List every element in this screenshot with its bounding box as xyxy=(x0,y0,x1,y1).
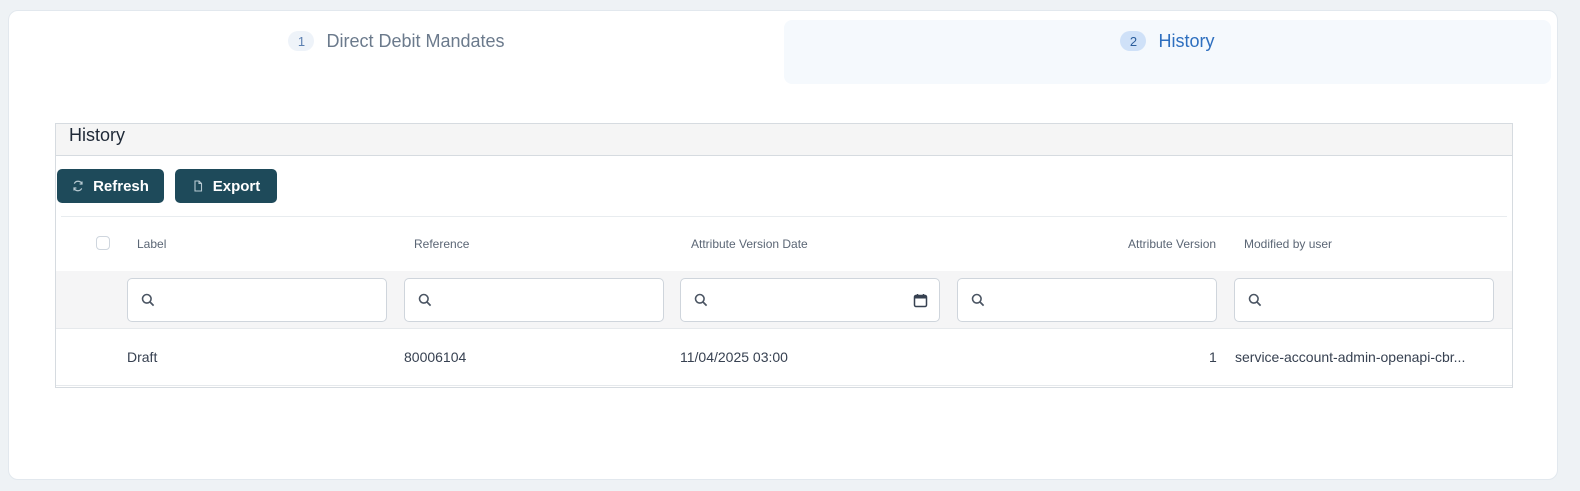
select-all-checkbox[interactable] xyxy=(96,236,110,250)
cell-modified-by-user: service-account-admin-openapi-cbr... xyxy=(1235,349,1466,365)
refresh-icon xyxy=(72,180,84,192)
column-header-label[interactable]: Label xyxy=(137,237,166,251)
column-header-attribute-version-date[interactable]: Attribute Version Date xyxy=(691,237,808,251)
column-header-attribute-version[interactable]: Attribute Version xyxy=(1128,237,1216,251)
step-number: 1 xyxy=(288,31,315,51)
step-label: Direct Debit Mandates xyxy=(326,31,505,51)
refresh-label: Refresh xyxy=(93,177,149,195)
modified-by-filter-input[interactable] xyxy=(1234,278,1494,322)
panel-title: History xyxy=(69,125,126,145)
page-card: 1 Direct Debit Mandates 2 History Histor… xyxy=(8,10,1558,480)
cell-attribute-version-date: 11/04/2025 03:00 xyxy=(680,349,788,365)
table-header: Label Reference Attribute Version Date A… xyxy=(56,230,1512,258)
search-icon xyxy=(1248,293,1262,307)
export-button[interactable]: Export xyxy=(175,169,277,203)
label-filter-input[interactable] xyxy=(127,278,387,322)
search-icon xyxy=(971,293,985,307)
calendar-icon[interactable] xyxy=(913,293,928,308)
column-header-modified-by-user[interactable]: Modified by user xyxy=(1244,237,1332,251)
filter-row xyxy=(56,271,1512,329)
step-number: 2 xyxy=(1120,31,1147,51)
column-header-reference[interactable]: Reference xyxy=(414,237,469,251)
attribute-version-filter-input[interactable] xyxy=(957,278,1217,322)
step-direct-debit-mandates[interactable]: 1 Direct Debit Mandates xyxy=(9,20,784,84)
cell-label: Draft xyxy=(127,349,158,365)
search-icon xyxy=(141,293,155,307)
file-icon xyxy=(192,180,204,192)
panel-header: History xyxy=(56,124,1512,156)
step-label: History xyxy=(1158,31,1215,51)
history-panel: History Refresh Export Label Reference A… xyxy=(55,123,1513,388)
refresh-button[interactable]: Refresh xyxy=(57,169,164,203)
toolbar: Refresh Export xyxy=(57,169,277,203)
reference-filter-input[interactable] xyxy=(404,278,664,322)
search-icon xyxy=(418,293,432,307)
step-history[interactable]: 2 History xyxy=(784,20,1551,84)
divider xyxy=(61,216,1507,217)
table-row[interactable]: Draft 80006104 11/04/2025 03:00 1 servic… xyxy=(56,329,1512,386)
search-icon xyxy=(694,293,708,307)
cell-attribute-version: 1 xyxy=(1209,349,1217,365)
export-label: Export xyxy=(212,177,261,195)
date-filter-input[interactable] xyxy=(680,278,940,322)
cell-reference: 80006104 xyxy=(404,349,467,365)
